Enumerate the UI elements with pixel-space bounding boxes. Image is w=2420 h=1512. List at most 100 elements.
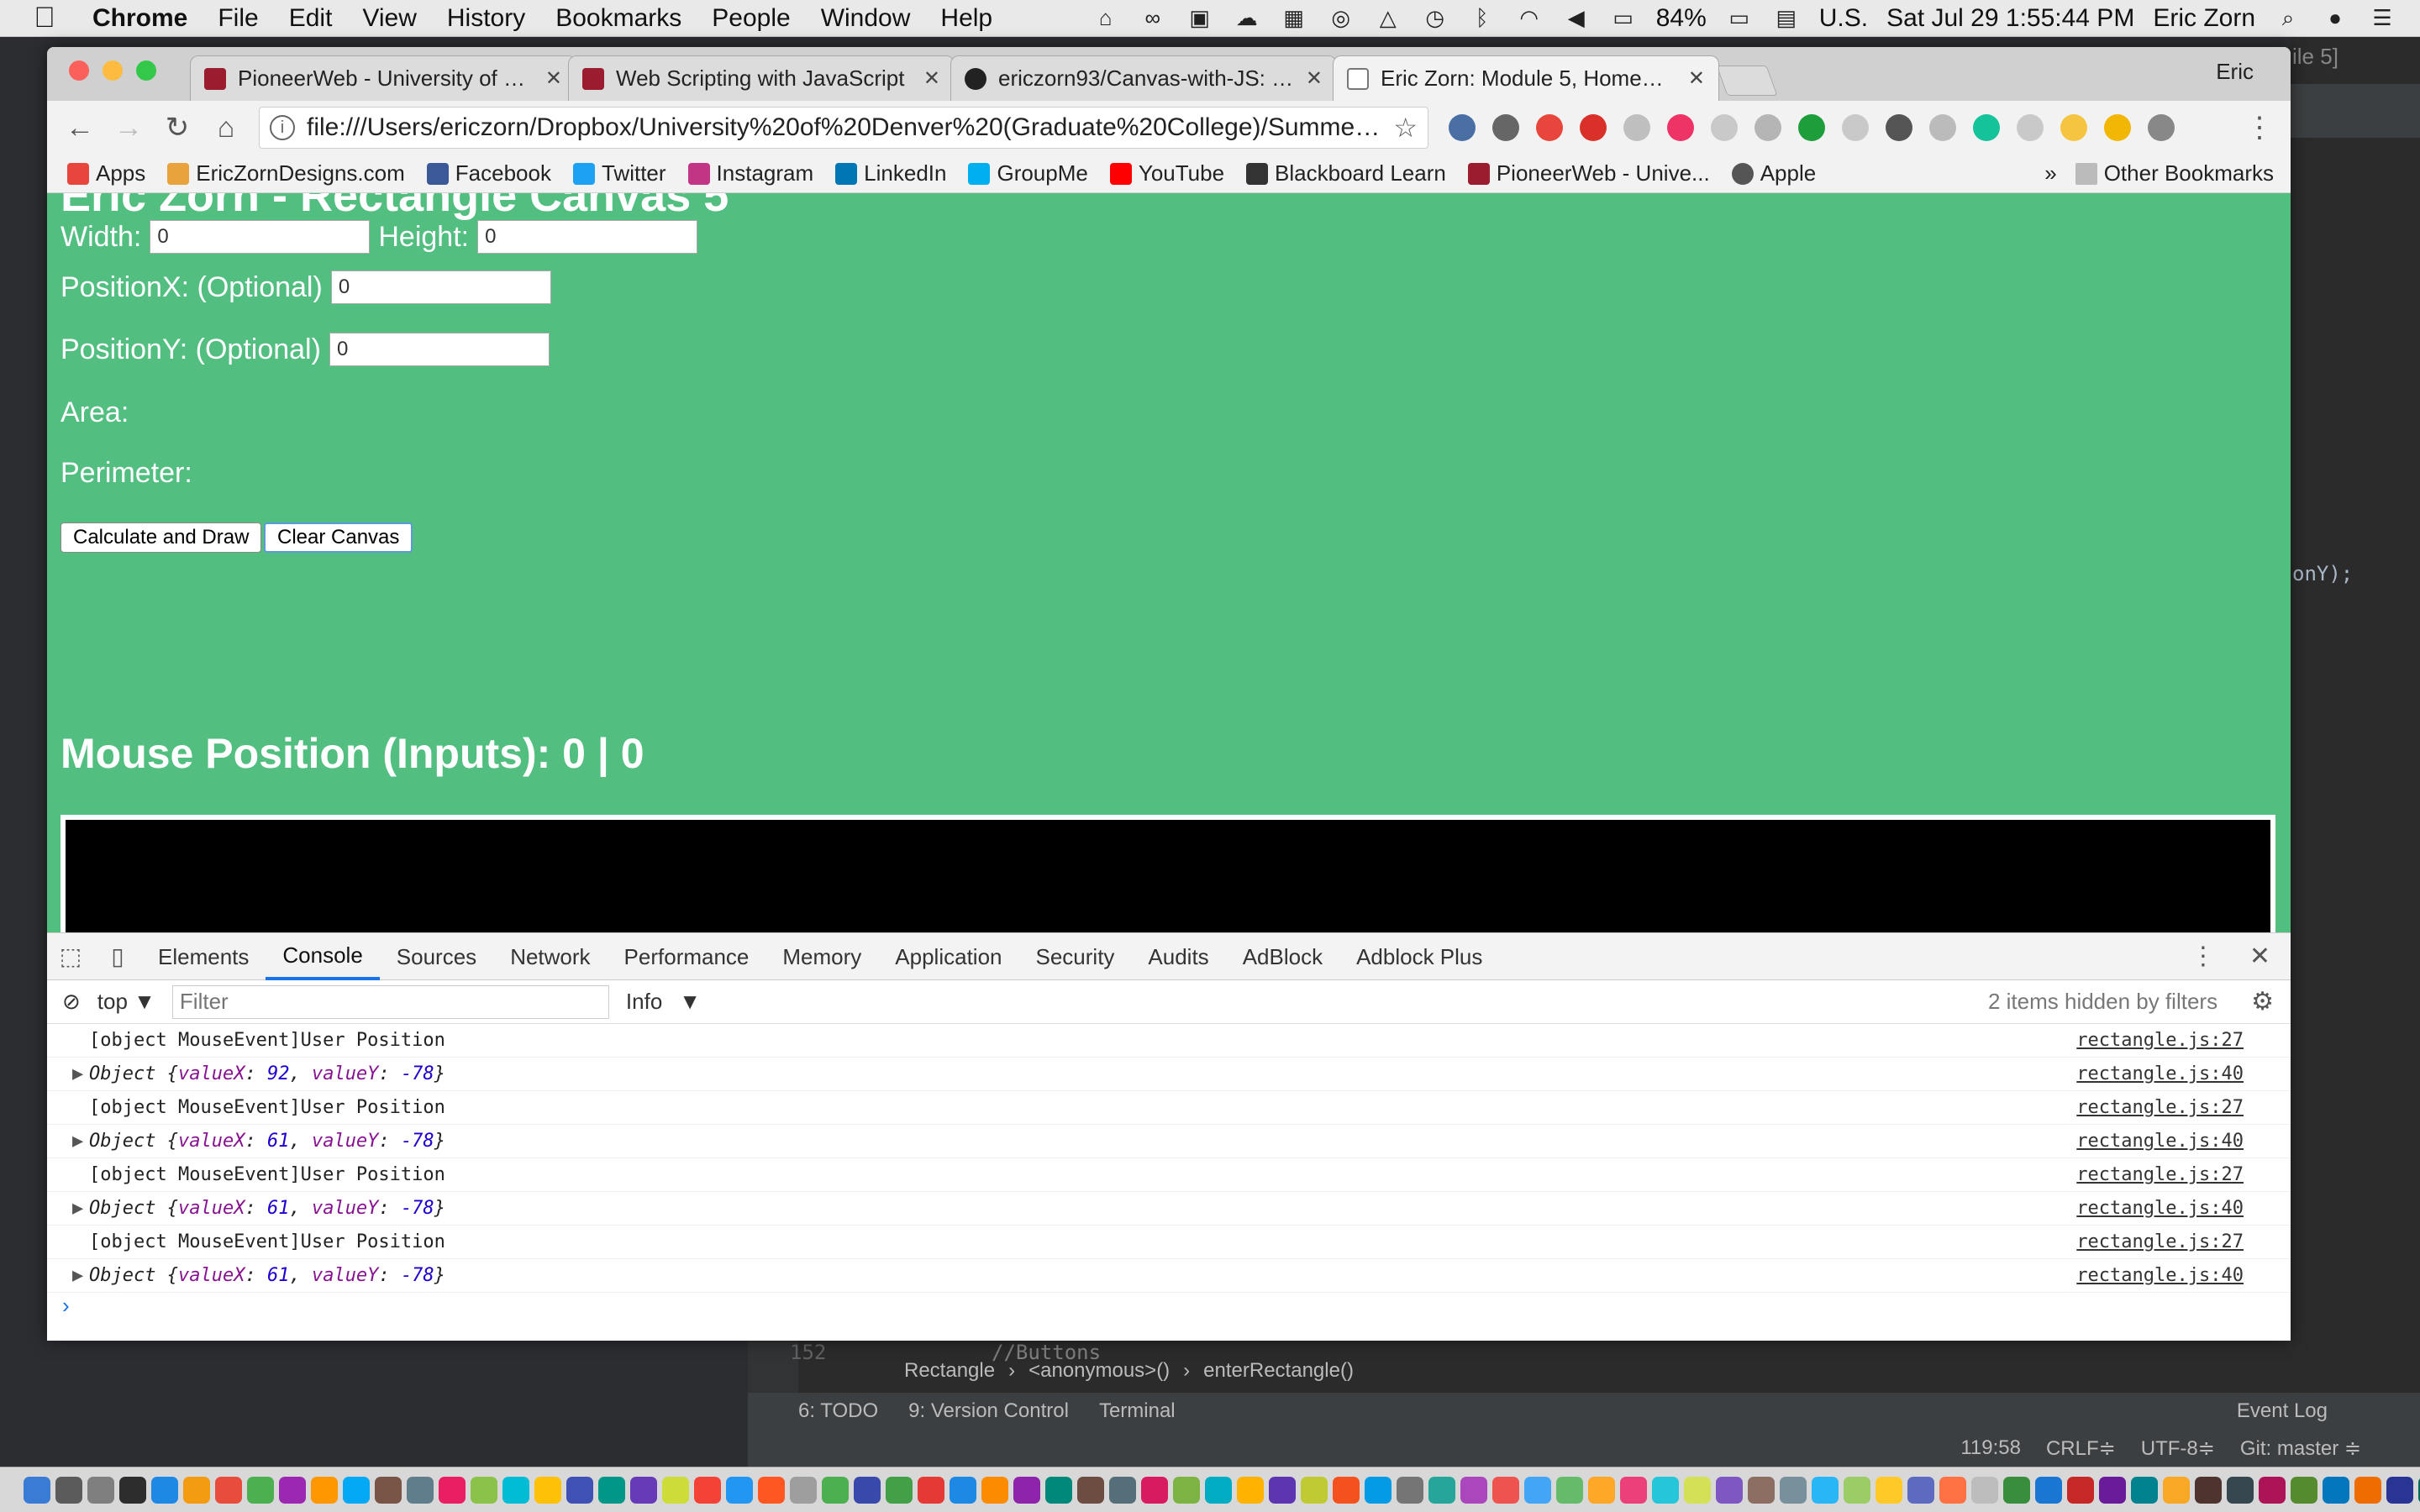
console-filter-input[interactable] <box>171 984 609 1019</box>
pinyin-extension-icon[interactable] <box>2017 114 2044 141</box>
devtools-more-icon[interactable]: ⋮ <box>2191 942 2216 971</box>
dock-app-icon[interactable] <box>183 1476 210 1504</box>
dock-app-icon[interactable] <box>662 1476 689 1504</box>
dock-app-icon[interactable] <box>1492 1476 1519 1504</box>
invision-icon[interactable]: ▣ <box>1186 5 1214 31</box>
m-extension-icon[interactable] <box>1754 114 1781 141</box>
profile-button[interactable]: Eric <box>2216 59 2254 85</box>
forward-arrow-icon[interactable]: → <box>104 112 153 144</box>
devtools-tab-adblock-plus[interactable]: Adblock Plus <box>1339 933 1499 980</box>
log-level-select[interactable]: Info <box>626 989 662 1015</box>
volume-icon[interactable]: ◀ <box>1562 5 1591 31</box>
console-source-link[interactable]: rectangle.js:40 <box>2076 1265 2244 1286</box>
expand-triangle-icon[interactable]: ▶ <box>72 1063 89 1084</box>
dock-app-icon[interactable] <box>1397 1476 1423 1504</box>
dock-app-icon[interactable] <box>854 1476 881 1504</box>
bookmark-groupme[interactable]: GroupMe <box>968 160 1088 186</box>
ide-version-control-button[interactable]: 9: Version Control <box>908 1399 1069 1423</box>
home-icon[interactable]: ⌂ <box>202 112 250 144</box>
dock-app-icon[interactable] <box>1237 1476 1264 1504</box>
zoom-window-icon[interactable] <box>136 60 156 81</box>
ide-breadcrumb-item[interactable]: <anonymous>() <box>1028 1359 1170 1383</box>
devtools-tab-application[interactable]: Application <box>878 933 1018 980</box>
dock-app-icon[interactable] <box>1301 1476 1328 1504</box>
dock-app-icon[interactable] <box>1844 1476 1870 1504</box>
close-window-icon[interactable] <box>69 60 89 81</box>
tab-web-scripting[interactable]: Web Scripting with JavaScript ✕ <box>568 55 955 101</box>
dock-app-icon[interactable] <box>1013 1476 1040 1504</box>
dock-app-icon[interactable] <box>1971 1476 1998 1504</box>
width-input[interactable] <box>150 220 371 254</box>
dock-app-icon[interactable] <box>24 1476 50 1504</box>
evernote-icon[interactable]: ▦ <box>1280 5 1308 31</box>
minimize-window-icon[interactable] <box>103 60 123 81</box>
airplay-icon[interactable]: ▭ <box>1609 5 1638 31</box>
menu-history[interactable]: History <box>447 4 525 33</box>
dock-app-icon[interactable] <box>2163 1476 2190 1504</box>
cast-icon[interactable] <box>2148 114 2175 141</box>
dock-app-icon[interactable] <box>1780 1476 1807 1504</box>
ide-breadcrumb-item[interactable]: enterRectangle() <box>1203 1359 1354 1383</box>
abp-extension-icon[interactable] <box>1580 114 1607 141</box>
ublock-extension-icon[interactable] <box>1536 114 1563 141</box>
gear-icon[interactable]: ⚙ <box>2251 987 2291 1016</box>
onepassword-extension-icon[interactable] <box>1886 114 1912 141</box>
bookmark-star-icon[interactable]: ☆ <box>1393 112 1418 144</box>
drive-icon[interactable]: △ <box>1374 5 1402 31</box>
chevron-down-icon[interactable]: ▼ <box>679 989 701 1015</box>
dock-app-icon[interactable] <box>1556 1476 1583 1504</box>
bookmark-twitter[interactable]: Twitter <box>572 160 666 186</box>
dock-app-icon[interactable] <box>1907 1476 1934 1504</box>
wifi-icon[interactable]: ◠ <box>1515 5 1544 31</box>
bookmark-linkedin[interactable]: LinkedIn <box>835 160 946 186</box>
tab-pioneerweb[interactable]: PioneerWeb - University of Denver ✕ <box>190 55 576 101</box>
dock-app-icon[interactable] <box>1428 1476 1455 1504</box>
dock-app-icon[interactable] <box>1045 1476 1072 1504</box>
dock-app-icon[interactable] <box>502 1476 529 1504</box>
ide-line-separator[interactable]: CRLF≑ <box>2046 1436 2116 1461</box>
dock-app-icon[interactable] <box>1109 1476 1136 1504</box>
dock-app-icon[interactable] <box>950 1476 976 1504</box>
inspect-element-icon[interactable]: ⬚ <box>47 942 94 970</box>
creative-cloud-icon[interactable]: ∞ <box>1139 5 1167 31</box>
dock-app-icon[interactable] <box>1939 1476 1966 1504</box>
dock-app-icon[interactable] <box>981 1476 1008 1504</box>
ide-tab-title[interactable]: ile 5] <box>2292 44 2338 70</box>
console-log-row[interactable]: ▶ Object {valueX: 61, valueY: -78} rectang… <box>47 1125 2291 1158</box>
ide-breadcrumb-item[interactable]: Rectangle <box>904 1359 995 1383</box>
device-toolbar-icon[interactable]: ▯ <box>94 942 141 970</box>
calculate-draw-button[interactable]: Calculate and Draw <box>60 522 262 553</box>
bluetooth-icon[interactable]: ᛒ <box>1468 5 1497 31</box>
dock-app-icon[interactable] <box>1205 1476 1232 1504</box>
console-source-link[interactable]: rectangle.js:27 <box>2076 1164 2244 1185</box>
dock-app-icon[interactable] <box>1716 1476 1743 1504</box>
menu-window[interactable]: Window <box>821 4 911 33</box>
dock-app-icon[interactable] <box>1524 1476 1551 1504</box>
dropbox-extension-icon[interactable] <box>1623 114 1650 141</box>
dock-app-icon[interactable] <box>2067 1476 2094 1504</box>
sync-icon[interactable]: ◎ <box>1327 5 1355 31</box>
devtools-tab-memory[interactable]: Memory <box>765 933 878 980</box>
dock-app-icon[interactable] <box>694 1476 721 1504</box>
devtools-tab-elements[interactable]: Elements <box>141 933 266 980</box>
context-selector[interactable]: top ▼ <box>97 989 155 1015</box>
bookmark-youtube[interactable]: YouTube <box>1109 160 1224 186</box>
clear-console-icon[interactable]: ⊘ <box>62 989 81 1015</box>
dock-app-icon[interactable] <box>886 1476 913 1504</box>
devtools-tab-console[interactable]: Console <box>266 933 380 980</box>
dock-app-icon[interactable] <box>1684 1476 1711 1504</box>
bookmarks-overflow-icon[interactable]: » <box>2044 160 2056 186</box>
drive-extension-icon[interactable] <box>1842 114 1869 141</box>
eyedropper-extension-icon[interactable] <box>1449 114 1476 141</box>
dock-app-icon[interactable] <box>375 1476 402 1504</box>
dock-app-icon[interactable] <box>87 1476 114 1504</box>
dock-app-icon[interactable] <box>1141 1476 1168 1504</box>
devtools-tab-sources[interactable]: Sources <box>380 933 493 980</box>
devtools-tab-audits[interactable]: Audits <box>1131 933 1225 980</box>
ide-terminal-button[interactable]: Terminal <box>1099 1399 1176 1423</box>
close-icon[interactable]: ✕ <box>923 66 940 91</box>
dock-app-icon[interactable] <box>598 1476 625 1504</box>
dock-app-icon[interactable] <box>1620 1476 1647 1504</box>
close-icon[interactable]: ✕ <box>545 66 562 91</box>
close-icon[interactable]: ✕ <box>1688 66 1705 91</box>
